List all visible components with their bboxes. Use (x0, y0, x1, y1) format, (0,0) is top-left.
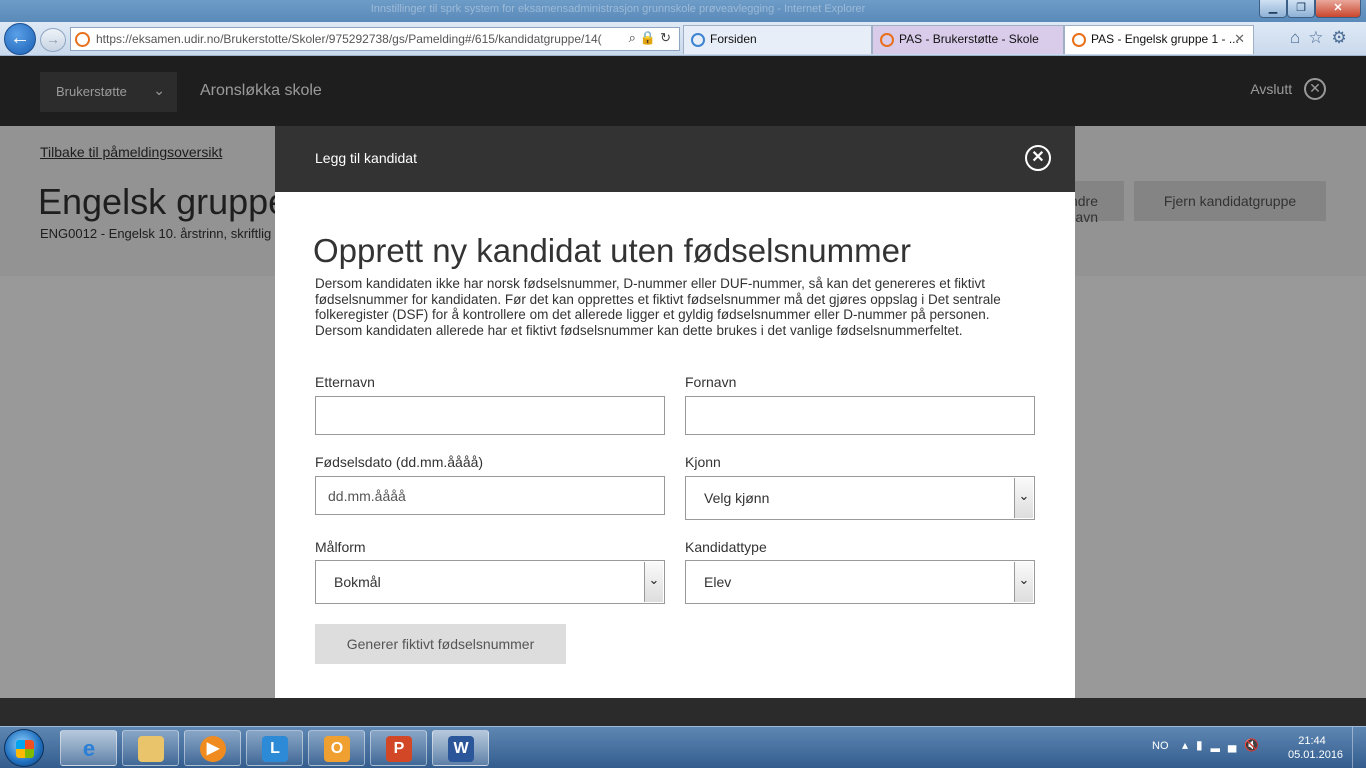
page-footer-strip (0, 698, 1366, 726)
first-name-label: Fornavn (685, 374, 737, 390)
candidate-type-selected: Elev (704, 574, 732, 590)
tab-forsiden[interactable]: Forsiden (683, 25, 872, 54)
address-url[interactable]: https://eksamen.udir.no/Brukerstotte/Sko… (96, 32, 606, 46)
candidate-type-label: Kandidattype (685, 539, 767, 555)
tab-favicon-icon (691, 33, 705, 47)
close-icon[interactable]: ✕ (1025, 145, 1051, 171)
address-bar[interactable]: https://eksamen.udir.no/Brukerstotte/Sko… (70, 27, 680, 51)
last-name-input[interactable] (315, 396, 665, 435)
site-favicon-icon (75, 32, 90, 47)
gender-label: Kjonn (685, 454, 721, 470)
refresh-icon[interactable]: ↻ (660, 30, 675, 45)
volume-muted-icon[interactable]: 🔇 (1244, 738, 1267, 752)
show-hidden-icons-icon[interactable]: ▴ (1182, 738, 1196, 752)
tab-engelsk-gruppe[interactable]: PAS - Engelsk gruppe 1 - ... ✕ (1064, 25, 1254, 54)
gender-select[interactable]: Velg kjønn ⌄ (685, 476, 1035, 520)
taskbar-media-player[interactable]: ▶ (184, 730, 241, 766)
forward-arrow-icon[interactable]: → (40, 28, 66, 52)
settings-gear-icon[interactable]: ⚙ (1332, 28, 1355, 47)
browser-toolbar-icons: ⌂☆⚙ (1290, 28, 1355, 48)
maximize-button[interactable]: ❐ (1287, 0, 1315, 18)
taskbar-internet-explorer[interactable]: e (60, 730, 117, 766)
folder-icon (138, 736, 164, 762)
chevron-down-icon[interactable]: ⌄ (1014, 478, 1033, 518)
tab-label: Forsiden (710, 32, 757, 46)
outlook-icon: O (324, 736, 350, 762)
modal-description: Dersom kandidaten ikke har norsk fødsels… (315, 276, 1001, 338)
word-icon: W (448, 736, 474, 762)
favorites-star-icon[interactable]: ☆ (1308, 28, 1331, 47)
system-tray: ▴▮▂▄🔇 (1182, 738, 1267, 752)
chevron-down-icon[interactable]: ⌄ (644, 562, 663, 602)
tab-brukerstotte-skole[interactable]: PAS - Brukerstøtte - Skole (872, 25, 1064, 54)
search-icon[interactable]: ⌕ (629, 30, 640, 45)
birth-date-input[interactable] (315, 476, 665, 515)
tab-favicon-icon (880, 33, 894, 47)
lock-icon[interactable]: 🔒 (640, 30, 660, 45)
browser-title-bar: Innstillinger til sprk system for eksame… (0, 0, 1366, 22)
chevron-down-icon[interactable]: ⌄ (1014, 562, 1033, 602)
gender-selected: Velg kjønn (704, 490, 770, 506)
taskbar-word[interactable]: W (432, 730, 489, 766)
modal-header: Legg til kandidat ✕ (275, 126, 1075, 192)
language-form-label: Målform (315, 539, 366, 555)
window-title: Innstillinger til sprk system for eksame… (370, 3, 866, 15)
modal-title: Opprett ny kandidat uten fødselsnummer (313, 232, 911, 269)
tab-favicon-icon (1072, 33, 1086, 47)
system-clock[interactable]: 21:44 05.01.2016 (1288, 734, 1344, 762)
powerpoint-icon: P (386, 736, 412, 762)
back-arrow-icon[interactable]: ← (4, 23, 36, 55)
language-form-select[interactable]: Bokmål ⌄ (315, 560, 665, 604)
language-indicator[interactable]: NO (1152, 740, 1169, 752)
windows-taskbar: e ▶ L O P W NO ▴▮▂▄🔇 21:44 05.01.2016 (0, 726, 1366, 768)
birth-date-label: Fødselsdato (dd.mm.åååå) (315, 454, 484, 470)
tab-close-icon[interactable]: ✕ (1234, 31, 1245, 47)
taskbar-lync[interactable]: L (246, 730, 303, 766)
tab-label: PAS - Engelsk gruppe 1 - ... (1091, 32, 1239, 46)
last-name-label: Etternavn (315, 374, 375, 390)
taskbar-outlook[interactable]: O (308, 730, 365, 766)
minimize-button[interactable]: ▁ (1259, 0, 1287, 18)
address-actions[interactable]: ⌕🔒↻ (629, 30, 675, 46)
media-player-icon: ▶ (200, 736, 226, 762)
lync-icon: L (262, 736, 288, 762)
tab-label: PAS - Brukerstøtte - Skole (899, 32, 1039, 46)
modal-header-title: Legg til kandidat (315, 150, 417, 166)
first-name-input[interactable] (685, 396, 1035, 435)
language-form-selected: Bokmål (334, 574, 381, 590)
home-icon[interactable]: ⌂ (1290, 28, 1308, 47)
battery-icon[interactable]: ▮ (1196, 738, 1211, 752)
internet-explorer-icon: e (82, 736, 96, 761)
generate-fictitious-id-button[interactable]: Generer fiktivt fødselsnummer (315, 624, 566, 664)
taskbar-explorer[interactable] (122, 730, 179, 766)
taskbar-powerpoint[interactable]: P (370, 730, 427, 766)
network-signal-icon[interactable]: ▂▄ (1211, 738, 1245, 752)
candidate-type-select[interactable]: Elev ⌄ (685, 560, 1035, 604)
clock-date: 05.01.2016 (1288, 749, 1344, 761)
add-candidate-modal: Legg til kandidat ✕ Opprett ny kandidat … (275, 126, 1075, 698)
close-window-button[interactable]: ✕ (1315, 0, 1361, 18)
windows-logo-icon (16, 740, 34, 758)
show-desktop-button[interactable] (1352, 727, 1366, 768)
browser-navbar: ← → https://eksamen.udir.no/Brukerstotte… (0, 22, 1366, 56)
clock-time: 21:44 (1298, 735, 1326, 747)
start-button[interactable] (4, 729, 44, 767)
